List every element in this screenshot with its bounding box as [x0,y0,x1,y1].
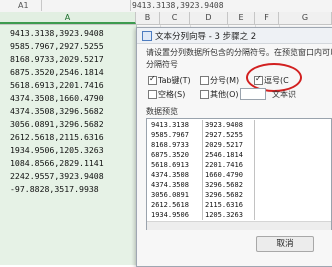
column-header-b[interactable]: B [136,12,160,24]
preview-cell: 3056.0891 [149,190,203,200]
other-label: 其他(O) [210,90,239,99]
preview-cell: 4374.3508 [149,170,203,180]
preview-cell: 2546.1814 [203,150,255,160]
preview-cell: 2115.6316 [203,200,255,210]
column-header-e[interactable]: E [228,12,255,24]
cell-a4[interactable]: 6875.3520,2546.1814 [10,67,104,77]
preview-cell: 3296.5682 [203,190,255,200]
preview-cell: 3923.9408 [203,120,255,130]
preview-cell: 4374.3508 [149,180,203,190]
formula-icons-area [42,0,131,11]
cell-a3[interactable]: 8168.9733,2029.5217 [10,54,104,64]
formula-content[interactable]: 9413.3138,3923.9408 [132,0,224,11]
cell-a7[interactable]: 4374.3508,3296.5682 [10,106,104,116]
column-header-g[interactable]: G [279,12,332,24]
preview-cell [255,150,329,160]
preview-cell [255,180,329,190]
preview-cell [255,160,329,170]
cell-a10[interactable]: 1934.9506,1205.3263 [10,145,104,155]
preview-cell: 6875.3520 [149,150,203,160]
preview-cell: 2029.5217 [203,140,255,150]
cell-a13[interactable]: -97.8828,3517.9938 [10,184,99,194]
delimiter-group-label: 分隔符号 [146,60,178,69]
semicolon-label: 分号(M) [210,76,240,85]
semicolon-checkbox[interactable] [200,76,209,85]
preview-label: 数据预览 [146,107,178,116]
preview-cell [255,210,329,220]
preview-cell [255,130,329,140]
preview-cell: 1205.3263 [203,210,255,220]
cell-a8[interactable]: 3056.0891,3296.5682 [10,119,104,129]
column-header-f[interactable]: F [255,12,279,24]
dialog-instructions: 请设置分列数据所包含的分隔符号。在预览窗口内可以看到 [146,48,332,57]
preview-cell: 2612.5618 [149,200,203,210]
preview-cell [255,190,329,200]
preview-cell: 2201.7416 [203,160,255,170]
preview-cell [255,120,329,130]
preview-cell: 8168.9733 [149,140,203,150]
preview-cell: 1660.4790 [203,170,255,180]
column-header-c[interactable]: C [160,12,190,24]
preview-cell [255,170,329,180]
preview-cell: 9413.3138 [149,120,203,130]
tab-checkbox[interactable] [148,74,157,85]
dialog-title: 文本分列向导 - 3 步骤之 2 [155,32,257,42]
wizard-icon [142,31,152,41]
preview-cell: 9585.7967 [149,130,203,140]
cell-a9[interactable]: 2612.5618,2115.6316 [10,132,104,142]
preview-cell: 5618.6913 [149,160,203,170]
preview-cell: 3296.5682 [203,180,255,190]
cell-a11[interactable]: 1084.8566,2829.1141 [10,158,104,168]
preview-cell: 1934.9506 [149,210,203,220]
preview-cell [255,140,329,150]
other-checkbox[interactable] [200,90,209,99]
cell-a1[interactable]: 9413.3138,3923.9408 [10,28,104,38]
name-box[interactable]: A1 [0,0,42,11]
space-checkbox[interactable] [148,90,157,99]
tab-label: Tab键(T) [158,76,191,85]
cell-a5[interactable]: 5618.6913,2201.7416 [10,80,104,90]
column-header-a[interactable]: A [0,12,136,24]
preview-horizontal-scrollbar[interactable] [147,221,331,230]
space-label: 空格(S) [158,90,186,99]
other-delimiter-input[interactable] [240,88,266,100]
cell-a2[interactable]: 9585.7967,2927.5255 [10,41,104,51]
cancel-button[interactable]: 取消 [256,236,314,252]
preview-cell [255,200,329,210]
column-header-d[interactable]: D [190,12,228,24]
cell-a6[interactable]: 4374.3508,1660.4790 [10,93,104,103]
text-qualifier-label: 文本识 [272,90,296,99]
cell-a12[interactable]: 2242.9557,3923.9408 [10,171,104,181]
preview-cell: 2927.5255 [203,130,255,140]
